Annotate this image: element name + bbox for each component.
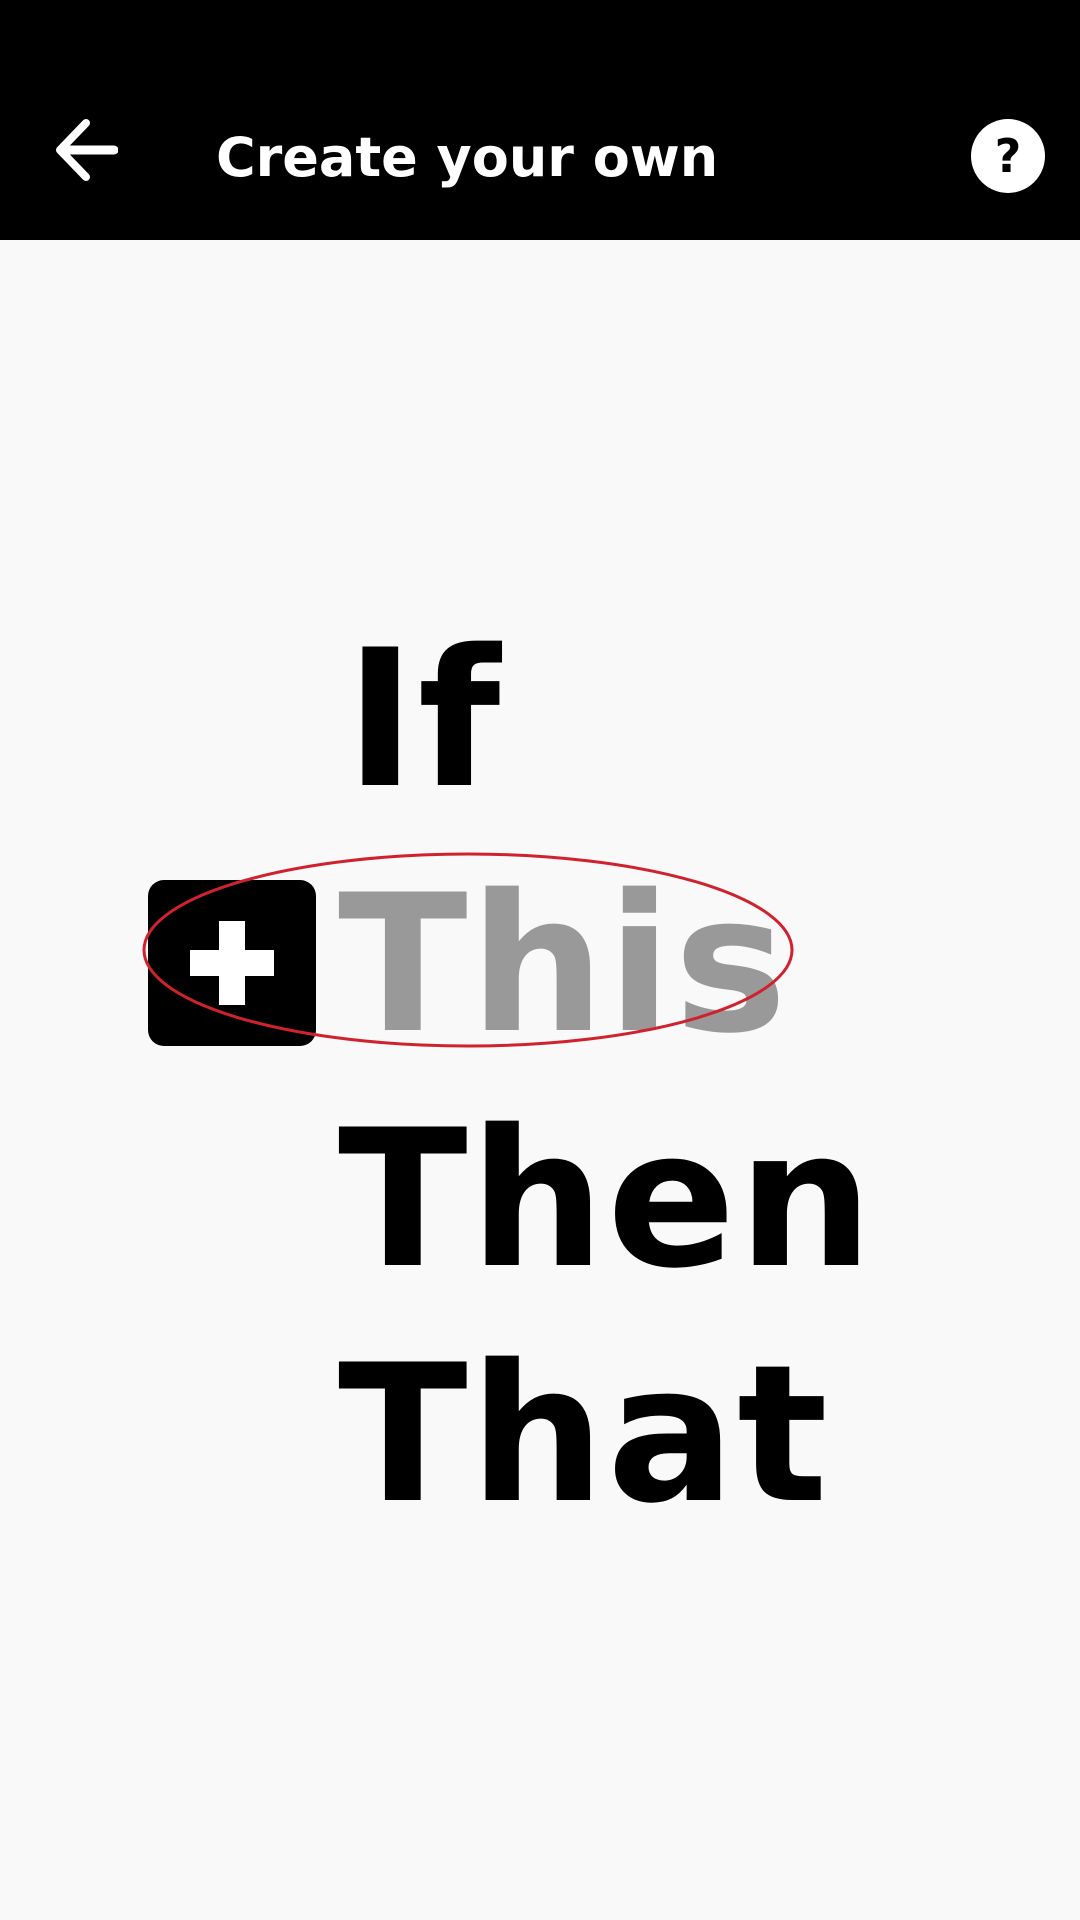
- page-title: Create your own: [216, 126, 719, 189]
- that-label: That: [338, 1324, 830, 1545]
- question-mark-icon: ?: [994, 129, 1022, 183]
- create-applet-screen: Create your own ? If This Then That: [0, 0, 1080, 1920]
- help-button[interactable]: ?: [971, 119, 1045, 193]
- arrow-left-icon: [56, 119, 118, 181]
- back-button[interactable]: [38, 105, 128, 195]
- this-trigger-label[interactable]: This: [338, 870, 789, 1060]
- if-label: If: [345, 609, 503, 830]
- add-trigger-button[interactable]: [148, 880, 316, 1046]
- app-bar: Create your own ?: [0, 0, 1080, 240]
- then-label: Then: [338, 1089, 875, 1310]
- plus-icon: [190, 921, 274, 1005]
